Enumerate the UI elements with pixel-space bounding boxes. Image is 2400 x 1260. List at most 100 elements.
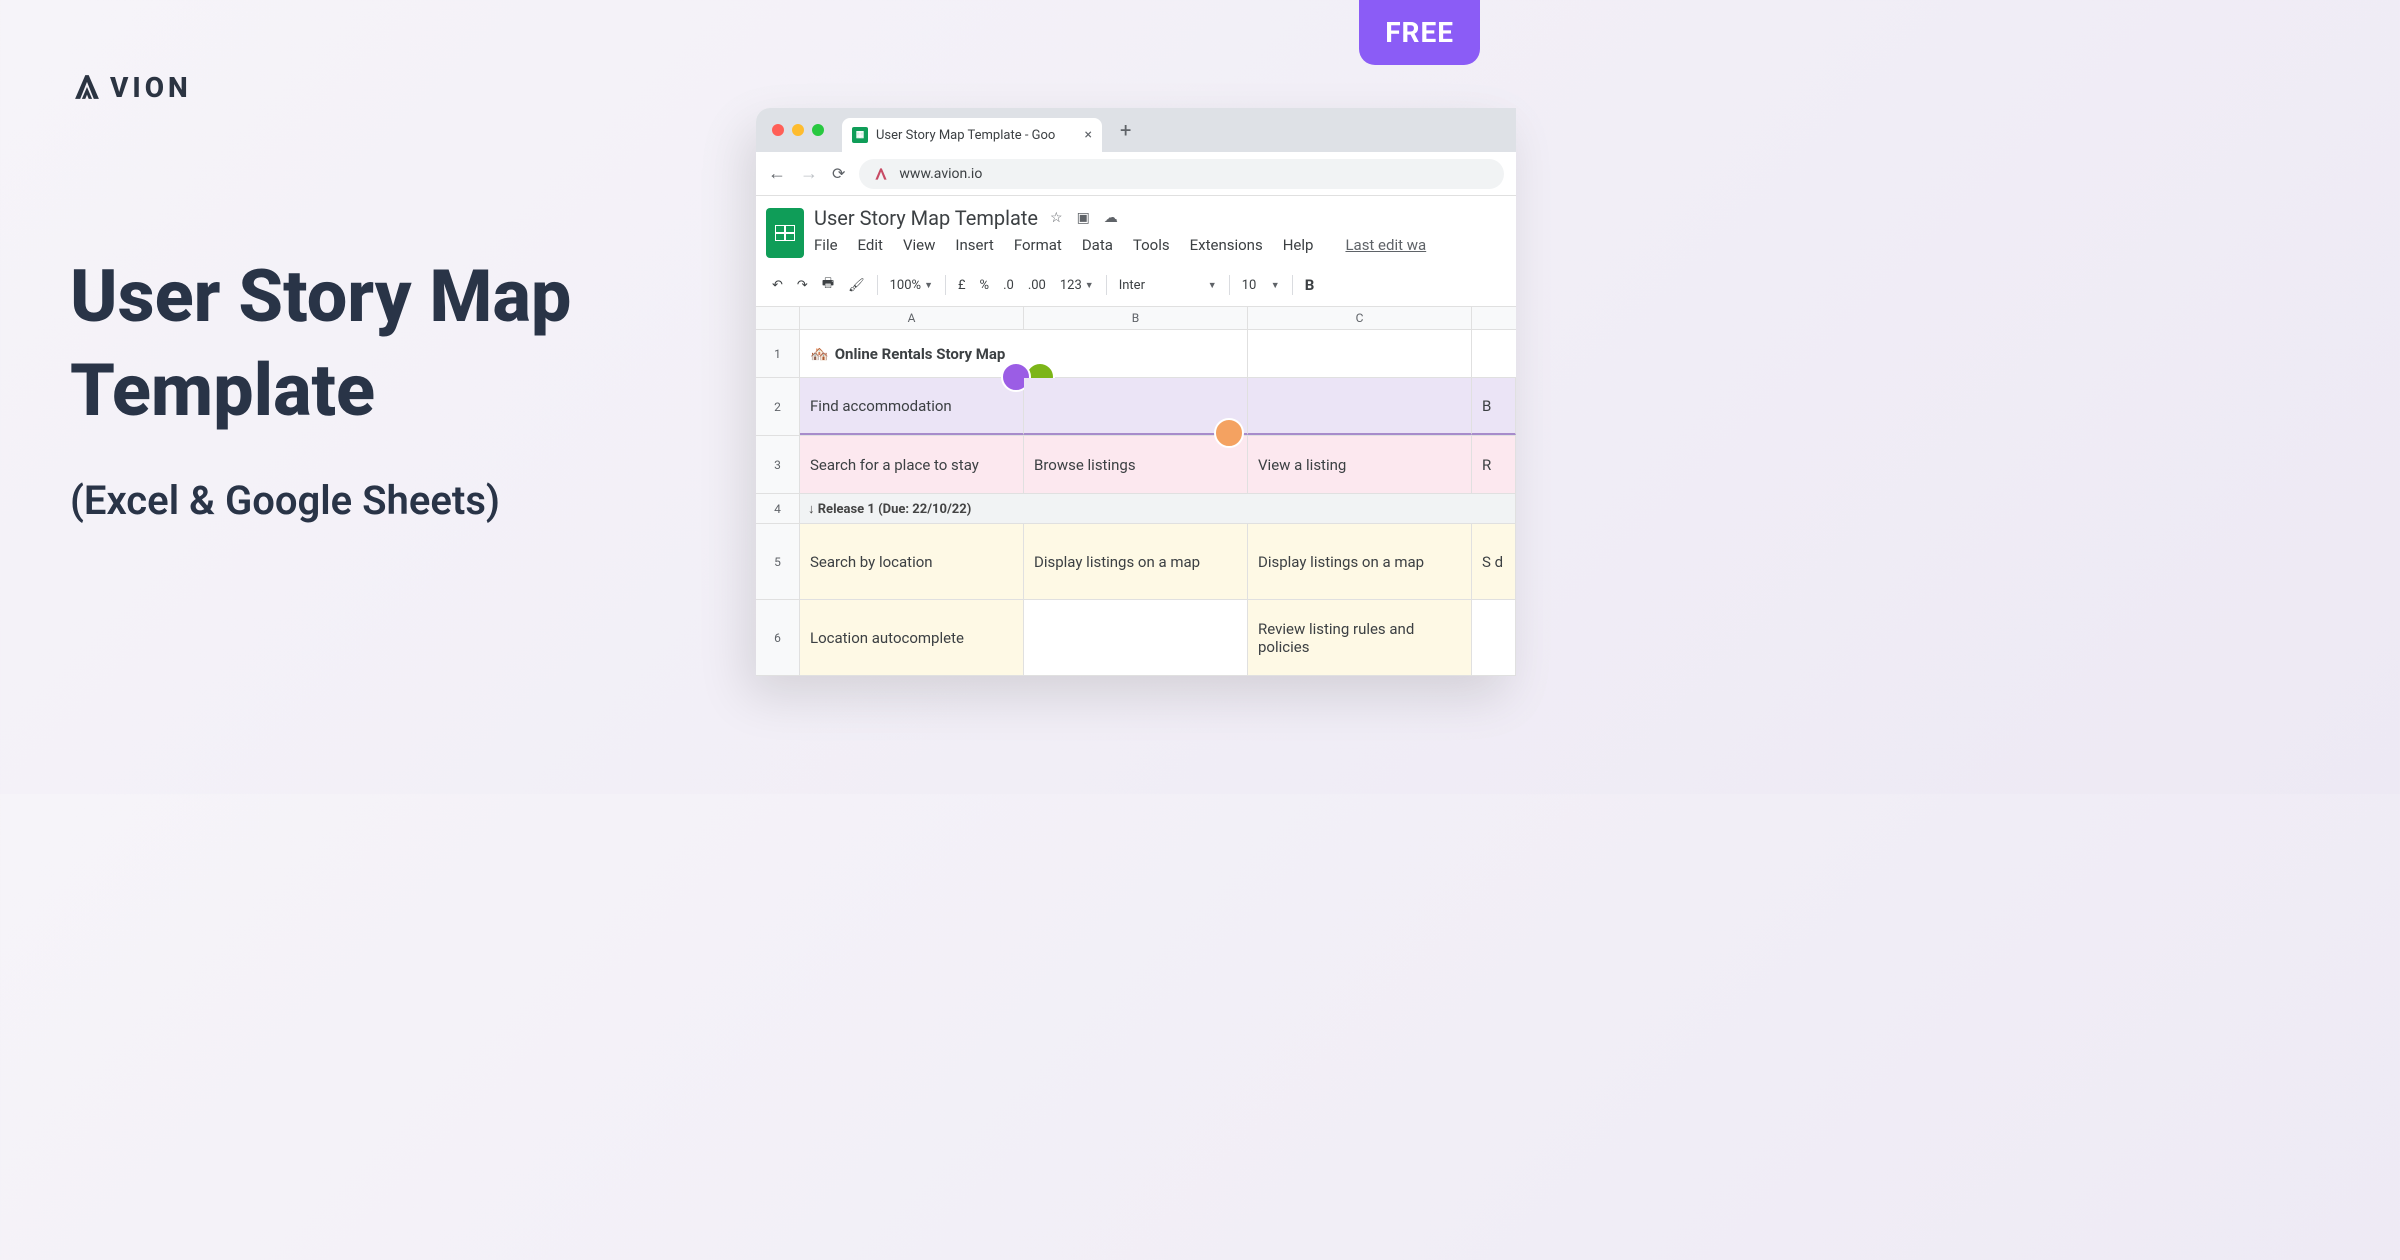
row-header-4[interactable]: 4	[756, 494, 800, 523]
zoom-select[interactable]: 100% ▼	[884, 274, 939, 297]
menu-edit[interactable]: Edit	[858, 236, 883, 254]
browser-window: ▦ User Story Map Template - Goo × + ← → …	[756, 108, 1516, 676]
back-button[interactable]: ←	[768, 163, 786, 184]
spreadsheet-grid: A B C 1 🏘️ Online Rentals Story Map 2 Fi…	[756, 307, 1516, 676]
avion-logo: VION	[70, 70, 192, 104]
cell-b6[interactable]	[1024, 600, 1248, 675]
avion-logo-mark	[70, 70, 104, 104]
close-tab-icon[interactable]: ×	[1085, 127, 1092, 143]
menu-extensions[interactable]: Extensions	[1190, 236, 1263, 254]
avatar-icon	[1214, 418, 1244, 448]
paint-format-button[interactable]: 🖌	[842, 274, 871, 297]
decrease-decimal-button[interactable]: .0	[997, 274, 1020, 297]
bold-button[interactable]: B	[1299, 272, 1321, 298]
row-header-1[interactable]: 1	[756, 330, 800, 377]
sheet-row-1: 1 🏘️ Online Rentals Story Map	[756, 330, 1516, 378]
sheets-app-icon[interactable]	[766, 208, 804, 258]
toolbar-separator	[945, 275, 946, 295]
cell-d6[interactable]	[1472, 600, 1516, 675]
site-icon	[873, 166, 889, 182]
cloud-icon[interactable]: ☁	[1104, 210, 1118, 226]
menu-bar: File Edit View Insert Format Data Tools …	[814, 236, 1504, 254]
cell-a2[interactable]: Find accommodation	[800, 378, 1024, 435]
avion-logo-text: VION	[110, 71, 192, 104]
close-window-button[interactable]	[772, 124, 784, 136]
redo-button[interactable]: ↷	[791, 274, 814, 297]
toolbar-separator	[877, 275, 878, 295]
free-badge: FREE	[1359, 0, 1480, 65]
sheets-favicon-icon: ▦	[852, 127, 868, 143]
toolbar-separator	[1229, 275, 1230, 295]
sheet-row-2: 2 Find accommodation B	[756, 378, 1516, 436]
cell-b5[interactable]: Display listings on a map	[1024, 524, 1248, 599]
sheet-row-6: 6 Location autocomplete Review listing r…	[756, 600, 1516, 676]
cell-d2[interactable]: B	[1472, 378, 1516, 435]
new-tab-button[interactable]: +	[1120, 118, 1131, 142]
menu-view[interactable]: View	[903, 236, 935, 254]
cell-a6[interactable]: Location autocomplete	[800, 600, 1024, 675]
hero-title-line1: User Story Map	[70, 250, 571, 344]
emoji-icon: 🏘️	[810, 345, 829, 363]
toolbar-separator	[1292, 275, 1293, 295]
reload-button[interactable]: ⟳	[832, 164, 845, 183]
col-header-c[interactable]: C	[1248, 307, 1472, 329]
address-bar: ← → ⟳ www.avion.io	[756, 152, 1516, 196]
font-select[interactable]: Inter▼	[1113, 274, 1223, 297]
hero-subtitle: (Excel & Google Sheets)	[70, 477, 571, 524]
row-header-6[interactable]: 6	[756, 600, 800, 675]
cell-a3[interactable]: Search for a place to stay	[800, 436, 1024, 493]
percent-button[interactable]: %	[974, 274, 996, 297]
toolbar-separator	[1106, 275, 1107, 295]
menu-tools[interactable]: Tools	[1133, 236, 1170, 254]
cell-c6[interactable]: Review listing rules and policies	[1248, 600, 1472, 675]
cell-a5[interactable]: Search by location	[800, 524, 1024, 599]
story-map-title: Online Rentals Story Map	[835, 345, 1006, 363]
sheets-header: User Story Map Template ☆ ▣ ☁ File Edit …	[756, 196, 1516, 264]
select-all-cell[interactable]	[756, 307, 800, 329]
col-header-a[interactable]: A	[800, 307, 1024, 329]
menu-data[interactable]: Data	[1082, 236, 1113, 254]
cell-d3[interactable]: R	[1472, 436, 1516, 493]
undo-button[interactable]: ↶	[766, 274, 789, 297]
url-field[interactable]: www.avion.io	[859, 159, 1504, 189]
cell-b3[interactable]: Browse listings	[1024, 436, 1248, 493]
hero-title-line2: Template	[70, 344, 571, 438]
sheet-row-5: 5 Search by location Display listings on…	[756, 524, 1516, 600]
toolbar: ↶ ↷ 🖶 🖌 100% ▼ £ % .0 .00 123▼ Inter▼ 10…	[756, 264, 1516, 307]
maximize-window-button[interactable]	[812, 124, 824, 136]
font-size-select[interactable]: 10▼	[1236, 274, 1286, 297]
traffic-lights	[772, 124, 824, 136]
menu-help[interactable]: Help	[1283, 236, 1314, 254]
cell-c3[interactable]: View a listing	[1248, 436, 1472, 493]
row-header-3[interactable]: 3	[756, 436, 800, 493]
cell-c2[interactable]	[1248, 378, 1472, 435]
release-row[interactable]: ↓ Release 1 (Due: 22/10/22)	[800, 494, 1516, 523]
row-header-2[interactable]: 2	[756, 378, 800, 435]
menu-format[interactable]: Format	[1014, 236, 1062, 254]
row-header-5[interactable]: 5	[756, 524, 800, 599]
col-header-b[interactable]: B	[1024, 307, 1248, 329]
cell-c1[interactable]	[1248, 330, 1472, 377]
sheet-row-4: 4 ↓ Release 1 (Due: 22/10/22)	[756, 494, 1516, 524]
tab-bar: ▦ User Story Map Template - Goo × +	[756, 108, 1516, 152]
star-icon[interactable]: ☆	[1050, 210, 1063, 226]
cell-d5[interactable]: S d	[1472, 524, 1516, 599]
cell-c5[interactable]: Display listings on a map	[1248, 524, 1472, 599]
hero-text: User Story Map Template (Excel & Google …	[70, 250, 571, 524]
currency-button[interactable]: £	[952, 274, 972, 297]
forward-button[interactable]: →	[800, 163, 818, 184]
browser-tab[interactable]: ▦ User Story Map Template - Goo ×	[842, 118, 1102, 152]
column-headers: A B C	[756, 307, 1516, 330]
url-text: www.avion.io	[899, 166, 982, 182]
menu-insert[interactable]: Insert	[955, 236, 993, 254]
doc-title[interactable]: User Story Map Template	[814, 206, 1038, 230]
move-icon[interactable]: ▣	[1077, 210, 1090, 226]
print-button[interactable]: 🖶	[816, 270, 840, 300]
menu-file[interactable]: File	[814, 236, 838, 254]
sheet-row-3: 3 Search for a place to stay Browse list…	[756, 436, 1516, 494]
minimize-window-button[interactable]	[792, 124, 804, 136]
number-format-select[interactable]: 123▼	[1054, 274, 1100, 297]
last-edit-link[interactable]: Last edit wa	[1345, 236, 1426, 254]
increase-decimal-button[interactable]: .00	[1022, 274, 1052, 297]
tab-title: User Story Map Template - Goo	[876, 128, 1055, 143]
